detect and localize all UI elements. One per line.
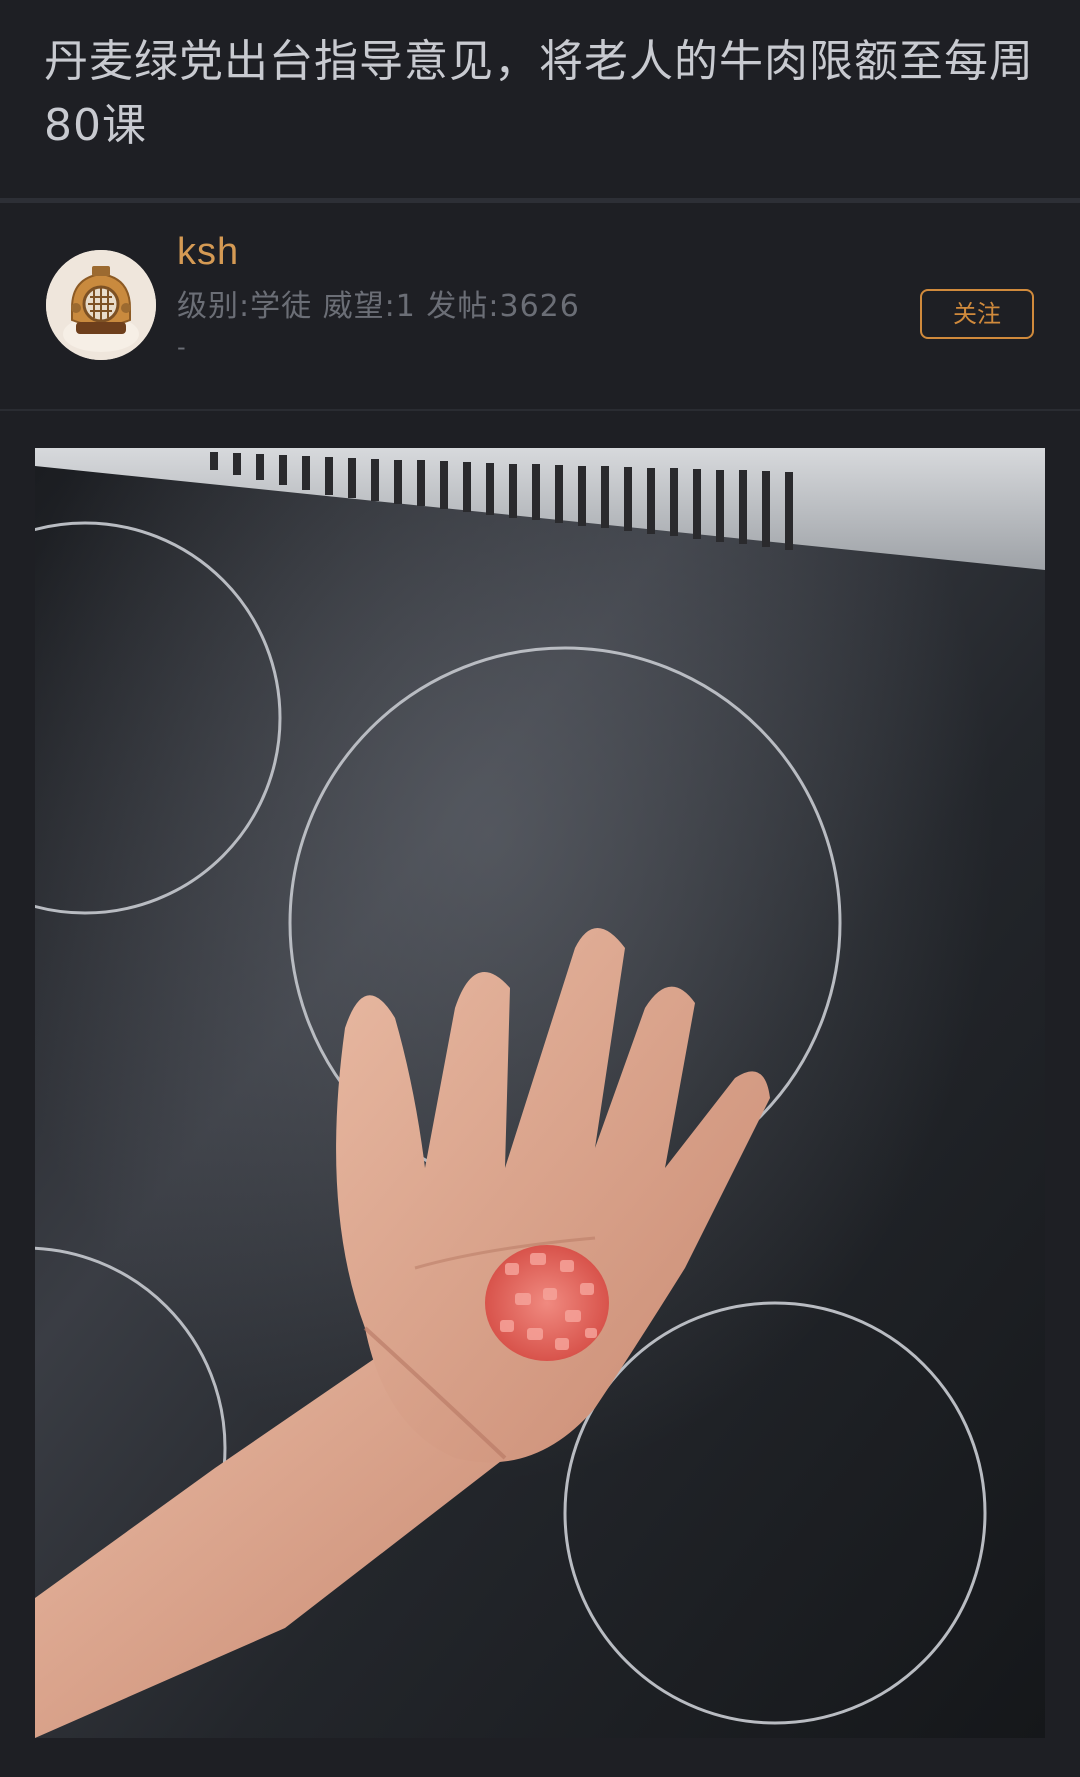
hand-with-minced-beef-photo xyxy=(35,448,1045,1738)
avatar[interactable] xyxy=(46,250,156,360)
follow-button[interactable]: 关注 xyxy=(920,289,1034,339)
author-sub: - xyxy=(177,333,186,361)
post-header: 丹麦绿党出台指导意见，将老人的牛肉限额至每周80课 xyxy=(0,0,1080,198)
post-image[interactable] xyxy=(35,448,1045,1738)
username[interactable]: ksh xyxy=(177,231,239,274)
author-divider xyxy=(0,409,1080,411)
post-title: 丹麦绿党出台指导意见，将老人的牛肉限额至每周80课 xyxy=(44,36,1034,151)
diving-helmet-icon xyxy=(46,250,156,360)
author-bar: ksh 级别:学徒 威望:1 发帖:3626 - 关注 xyxy=(0,203,1080,409)
author-meta: 级别:学徒 威望:1 发帖:3626 xyxy=(177,289,580,324)
